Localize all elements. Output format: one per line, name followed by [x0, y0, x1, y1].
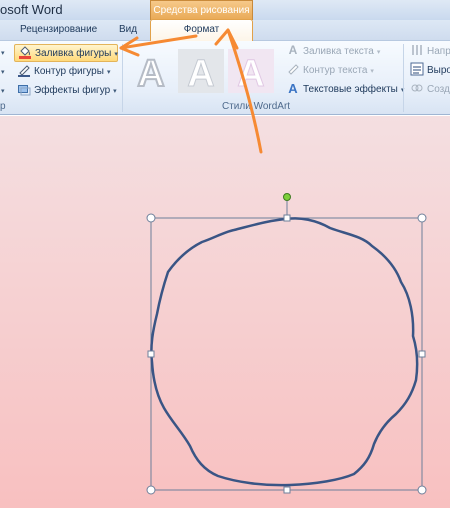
- tab-review[interactable]: Рецензирование: [20, 22, 97, 40]
- wordart-thumb-letter: A: [237, 53, 264, 94]
- effects-icon: [17, 82, 31, 96]
- text-direction-icon: [410, 43, 424, 57]
- shape-outline-label: Контур фигуры: [34, 66, 104, 77]
- wordart-style-1[interactable]: A: [126, 48, 176, 96]
- shape-outline-button[interactable]: Контур фигуры ▾: [17, 63, 110, 81]
- text-effects-button[interactable]: A Текстовые эффекты▾: [286, 81, 404, 99]
- text-outline-label: Контур текста: [303, 65, 368, 76]
- left-partial-button-3[interactable]: ▾: [0, 82, 5, 100]
- wordart-group-label: Стили WordArt: [222, 101, 291, 112]
- wordart-style-2[interactable]: A: [176, 48, 226, 96]
- text-effects-label: Текстовые эффекты: [303, 84, 398, 95]
- group-divider: [122, 44, 123, 112]
- text-effects-icon: A: [286, 81, 300, 96]
- create-link-label: Созд: [427, 84, 450, 95]
- pen-outline-icon: [17, 63, 31, 77]
- wordart-thumb-letter: A: [137, 53, 164, 94]
- chevron-down-icon: ▾: [376, 49, 381, 56]
- text-fill-label: Заливка текста: [303, 46, 374, 57]
- text-outline-icon: [286, 62, 300, 76]
- text-direction-button[interactable]: Напр: [410, 43, 450, 61]
- text-outline-button[interactable]: Контур текста ▾: [286, 62, 374, 80]
- shape-effects-label: Эффекты фигур: [34, 85, 111, 96]
- drawing-tools-context-header: Средства рисования: [150, 0, 253, 20]
- left-partial-button-2[interactable]: ▾: [0, 63, 5, 81]
- window-title: osoft Word: [0, 2, 63, 17]
- shape-effects-button[interactable]: Эффекты фигур ▾: [17, 82, 117, 100]
- left-partial-button-1[interactable]: ▾: [0, 44, 5, 62]
- align-text-button[interactable]: Выро: [410, 62, 450, 80]
- chevron-down-icon: ▾: [106, 69, 111, 76]
- text-direction-label: Напр: [427, 46, 450, 57]
- shape-styles-group-label: р: [0, 101, 6, 112]
- create-link-button[interactable]: Созд: [410, 81, 450, 99]
- wordart-style-3[interactable]: A: [226, 48, 276, 96]
- document-canvas: [0, 116, 450, 508]
- tab-format[interactable]: Формат: [150, 19, 253, 41]
- svg-text:A: A: [288, 81, 298, 95]
- chevron-down-icon: ▾: [114, 51, 118, 58]
- align-text-label: Выро: [427, 65, 450, 76]
- text-fill-button[interactable]: A Заливка текста ▾: [286, 43, 381, 61]
- chevron-down-icon: ▾: [370, 68, 374, 75]
- shape-fill-label: Заливка фигуры: [35, 48, 112, 59]
- text-fill-icon: A: [286, 43, 300, 57]
- align-text-icon: [410, 62, 424, 76]
- group-divider: [403, 44, 404, 112]
- chevron-down-icon: ▾: [113, 88, 117, 95]
- ribbon: ▾ ▾ ▾ Заливка фигуры ▾ Контур фигуры ▾ Эфф…: [0, 40, 450, 115]
- shape-fill-button[interactable]: Заливка фигуры ▾: [14, 44, 118, 62]
- wordart-thumb-letter: A: [187, 53, 214, 94]
- paint-bucket-icon: [18, 45, 32, 59]
- tab-view[interactable]: Вид: [119, 22, 137, 40]
- svg-text:A: A: [289, 43, 298, 57]
- link-icon: [410, 81, 424, 95]
